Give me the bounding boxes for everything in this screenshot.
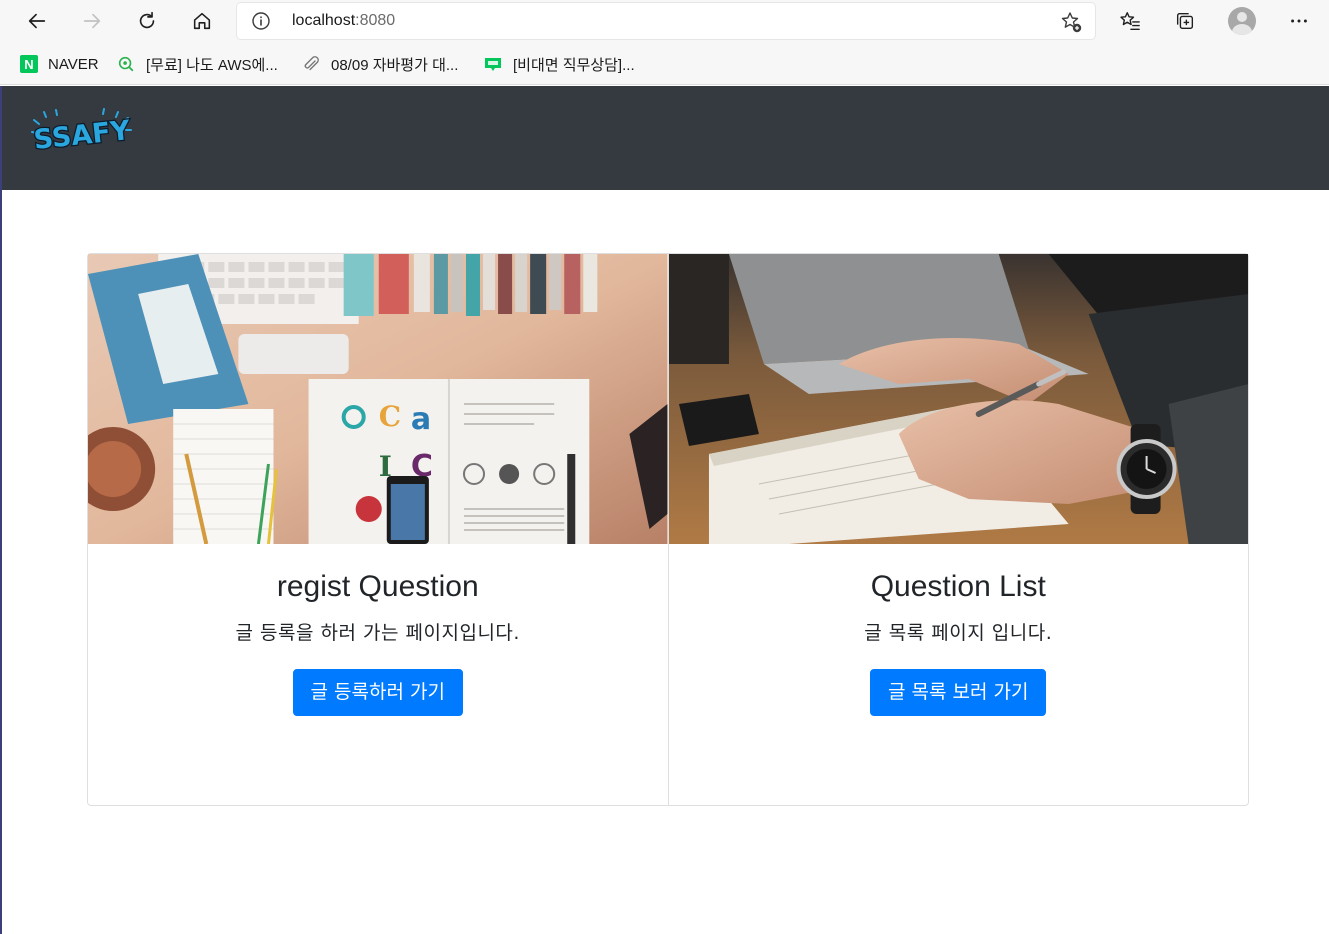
home-icon[interactable]: [184, 3, 220, 39]
url-port: :8080: [355, 12, 396, 29]
bookmark-label: [비대면 직무상담]...: [513, 56, 635, 74]
collections-icon[interactable]: [1167, 3, 1203, 39]
bookmark-java[interactable]: 08/09 자바평가 대...: [301, 53, 458, 75]
add-favorite-icon[interactable]: [1059, 10, 1083, 34]
bookmark-label: 08/09 자바평가 대...: [331, 56, 459, 74]
url-text: localhost:8080: [292, 12, 395, 30]
bookmarks-bar: N NAVER [무료] 나도 AWS에... 08/09 자바평가 대... …: [0, 42, 1329, 85]
ssafy-logo[interactable]: SSAFY: [28, 106, 136, 162]
bookmark-aws[interactable]: [무료] 나도 AWS에...: [116, 53, 278, 75]
card-group: C a I C regist Question 글 등록을 하러 가는 페이지입…: [87, 253, 1250, 806]
info-icon[interactable]: [251, 11, 271, 31]
blog-icon: [483, 54, 503, 74]
bookmark-naver[interactable]: N NAVER: [20, 53, 99, 75]
bookmark-label: NAVER: [48, 55, 99, 73]
card-image-writing: [668, 254, 1248, 544]
question-list-button[interactable]: 글 목록 보러 가기: [870, 669, 1047, 716]
logo-text: SSAFY: [32, 115, 132, 156]
window-edge: [0, 86, 2, 934]
bookmark-blog[interactable]: [비대면 직무상담]...: [483, 53, 635, 75]
card-title: regist Question: [276, 570, 479, 603]
back-icon[interactable]: [19, 3, 55, 39]
card-list: Question List 글 목록 페이지 입니다. 글 목록 보러 가기: [667, 253, 1249, 806]
regist-question-button[interactable]: 글 등록하러 가기: [292, 669, 463, 716]
more-menu-icon[interactable]: [1281, 3, 1317, 39]
card-regist: C a I C regist Question 글 등록을 하러 가는 페이지입…: [87, 253, 669, 806]
refresh-icon[interactable]: [129, 3, 165, 39]
search-globe-icon: [116, 54, 136, 74]
browser-toolbar: localhost:8080: [0, 0, 1329, 42]
profile-avatar-icon[interactable]: [1228, 7, 1256, 35]
card-text: 글 목록 페이지 입니다.: [864, 622, 1053, 644]
forward-icon[interactable]: [74, 3, 110, 39]
card-image-desk: C a I C: [88, 254, 668, 544]
svg-text:C: C: [379, 400, 401, 433]
navbar: SSAFY: [2, 86, 1329, 190]
address-bar[interactable]: localhost:8080: [237, 3, 1095, 39]
bookmark-label: [무료] 나도 AWS에...: [146, 56, 278, 74]
naver-icon: N: [20, 55, 38, 73]
paperclip-icon: [301, 54, 321, 74]
favorites-icon[interactable]: [1112, 3, 1148, 39]
url-host: localhost: [292, 12, 356, 29]
card-title: Question List: [870, 570, 1046, 603]
svg-text:a: a: [411, 402, 431, 437]
card-text: 글 등록을 하러 가는 페이지입니다.: [235, 622, 520, 644]
